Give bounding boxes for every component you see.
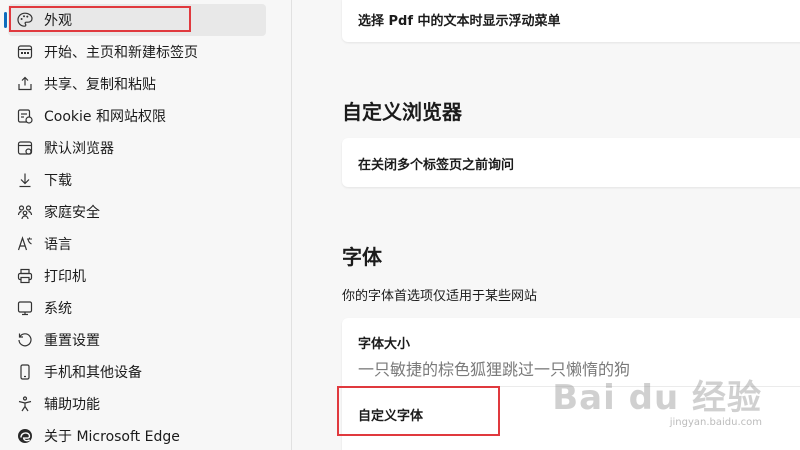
section-title-custom-browser: 自定义浏览器 [342,100,462,124]
sidebar-item-label: 共享、复制和粘贴 [44,77,156,93]
sidebar-item-downloads[interactable]: 下载 [8,164,266,196]
sidebar-item-share-copy-paste[interactable]: 共享、复制和粘贴 [8,68,266,100]
sidebar-item-label: 辅助功能 [44,397,100,413]
sidebar-item-label: 家庭安全 [44,205,100,221]
browser-icon [16,139,34,157]
sidebar-item-label: 关于 Microsoft Edge [44,429,180,445]
palette-icon [16,11,34,29]
baidu-jingyan-watermark: Bai du 经验 jingyan.baidu.com [552,370,762,428]
font-size-label[interactable]: 字体大小 [358,333,410,352]
pdf-floating-menu-setting[interactable]: 选择 Pdf 中的文本时显示浮动菜单 [358,10,561,29]
sidebar-item-printers[interactable]: 打印机 [8,260,266,292]
sidebar-item-cookies-permissions[interactable]: Cookie 和网站权限 [8,100,266,132]
sidebar-item-label: 下载 [44,173,72,189]
reset-icon [16,331,34,349]
custom-browser-card: 在关闭多个标签页之前询问 [342,138,800,187]
sidebar-item-label: 打印机 [44,269,86,285]
sidebar-item-family-safety[interactable]: 家庭安全 [8,196,266,228]
edge-logo-icon [16,427,34,445]
site-permissions-icon [16,107,34,125]
pdf-menu-card: 选择 Pdf 中的文本时显示浮动菜单 [342,0,800,42]
sidebar-item-about-edge[interactable]: 关于 Microsoft Edge [8,420,266,450]
sidebar-item-label: 外观 [44,13,72,29]
ask-before-close-tabs-setting[interactable]: 在关闭多个标签页之前询问 [358,154,514,173]
language-icon [16,235,34,253]
sidebar-item-label: 语言 [44,237,72,253]
sidebar-item-label: Cookie 和网站权限 [44,109,166,125]
printer-icon [16,267,34,285]
phone-icon [16,363,34,381]
sidebar-item-appearance[interactable]: 外观 [4,4,266,36]
section-title-fonts: 字体 [342,245,382,269]
sidebar-item-accessibility[interactable]: 辅助功能 [8,388,266,420]
download-icon [16,171,34,189]
sidebar-item-languages[interactable]: 语言 [8,228,266,260]
sidebar-item-label: 系统 [44,301,72,317]
sidebar-item-phone-devices[interactable]: 手机和其他设备 [8,356,266,388]
sidebar-item-label: 开始、主页和新建标签页 [44,45,198,61]
watermark-main-text: Bai du 经验 [552,378,762,418]
system-icon [16,299,34,317]
home-window-icon [16,43,34,61]
settings-sidebar: 外观 开始、主页和新建标签页 共享、复制和粘贴 Cookie 和网站权限 默认浏… [0,0,291,450]
sidebar-item-label: 手机和其他设备 [44,365,142,381]
sidebar-item-label: 重置设置 [44,333,100,349]
sidebar-item-default-browser[interactable]: 默认浏览器 [8,132,266,164]
family-icon [16,203,34,221]
fonts-description: 你的字体首选项仅适用于某些网站 [342,289,538,304]
sidebar-item-label: 默认浏览器 [44,141,114,157]
active-indicator [4,12,7,28]
sidebar-item-start-home-newtab[interactable]: 开始、主页和新建标签页 [8,36,266,68]
accessibility-icon [16,395,34,413]
custom-fonts-setting[interactable]: 自定义字体 [358,405,423,424]
share-icon [16,75,34,93]
sidebar-item-reset-settings[interactable]: 重置设置 [8,324,266,356]
sidebar-item-system[interactable]: 系统 [8,292,266,324]
